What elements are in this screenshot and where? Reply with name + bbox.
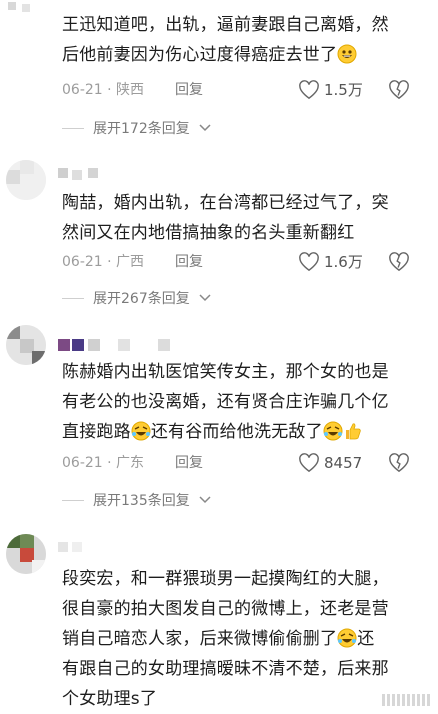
expand-replies-label: 展开135条回复 — [93, 493, 190, 509]
comment-text: 王迅知道吧，出轨，逼前妻跟自己离婚，然 后他前妻因为伤心过度得癌症去世了 — [62, 15, 389, 65]
comment-1: 王迅知道吧，出轨，逼前妻跟自己离婚，然 后他前妻因为伤心过度得癌症去世了 06-… — [0, 0, 438, 150]
heart-outline-icon — [299, 252, 319, 272]
comment-2: 陶喆，婚内出轨，在台湾都已经过气了，突 然间又在内地借搞抽象的名头重新翻红 06… — [0, 150, 438, 315]
comment-3: 陈赫婚内出轨医馆笑传女主，那个女的也是 有老公的也没离婚，还有贤合庄诈骗几个亿 … — [0, 315, 438, 520]
heart-outline-icon — [299, 80, 319, 100]
rofl-emoji — [337, 628, 357, 648]
chevron-down-icon — [199, 294, 211, 302]
heart-outline-icon — [299, 453, 319, 473]
expand-replies-label: 展开267条回复 — [93, 291, 190, 307]
username-mosaic — [8, 2, 30, 12]
reply-button[interactable]: 回复 — [175, 250, 203, 274]
comment-date-location: 06-21 · 广东 — [62, 455, 145, 471]
comment-meta: 06-21 · 陕西 回复 1.5万 — [62, 78, 424, 102]
like-count: 8457 — [324, 454, 363, 472]
comment-date-location: 06-21 · 广西 — [62, 254, 145, 270]
avatar-mosaic — [6, 160, 46, 200]
avatar[interactable] — [6, 534, 46, 574]
expand-line — [62, 297, 84, 299]
broken-heart-icon[interactable] — [388, 80, 410, 100]
comment-text: 段奕宏，和一群猥琐男一起摸陶红的大腿， 很自豪的拍大图发自己的微博上，还老是营 … — [62, 569, 389, 709]
comment-text: 陈赫婚内出轨医馆笑传女主，那个女的也是 有老公的也没离婚，还有贤合庄诈骗几个亿 … — [62, 362, 389, 442]
expand-replies-button[interactable]: 展开267条回复 — [62, 288, 211, 308]
avatar[interactable] — [6, 325, 46, 365]
username-mosaic — [58, 542, 82, 552]
broken-heart-icon[interactable] — [388, 453, 410, 473]
username-mosaic — [58, 168, 98, 180]
comment-4: 段奕宏，和一群猥琐男一起摸陶红的大腿， 很自豪的拍大图发自己的微博上，还老是营 … — [0, 520, 438, 712]
avatar[interactable] — [6, 160, 46, 200]
broken-heart-icon[interactable] — [388, 252, 410, 272]
expand-line — [62, 499, 84, 501]
like-button[interactable]: 1.6万 — [298, 250, 363, 274]
like-count: 1.6万 — [324, 253, 363, 271]
reply-button[interactable]: 回复 — [175, 78, 203, 102]
expand-replies-label: 展开172条回复 — [93, 121, 190, 137]
comment-date-location: 06-21 · 陕西 — [62, 82, 145, 98]
chevron-down-icon — [199, 496, 211, 504]
thumbs-up-emoji — [345, 423, 361, 440]
rofl-emoji — [131, 421, 151, 441]
comment-meta: 06-21 · 广东 回复 8457 — [62, 451, 424, 475]
expand-replies-button[interactable]: 展开135条回复 — [62, 490, 211, 510]
like-count: 1.5万 — [324, 81, 363, 99]
watermark — [382, 694, 430, 706]
avatar-mosaic — [6, 325, 46, 365]
expand-line — [62, 127, 84, 129]
comment-meta: 06-21 · 广西 回复 1.6万 — [62, 250, 424, 274]
chevron-down-icon — [199, 124, 211, 132]
expand-replies-button[interactable]: 展开172条回复 — [62, 118, 211, 138]
like-button[interactable]: 8457 — [298, 451, 362, 475]
grinning-face-emoji — [337, 44, 357, 64]
comment-text: 陶喆，婚内出轨，在台湾都已经过气了，突 然间又在内地借搞抽象的名头重新翻红 — [62, 193, 389, 243]
rofl-emoji — [323, 421, 343, 441]
username-mosaic — [58, 339, 170, 351]
reply-button[interactable]: 回复 — [175, 451, 203, 475]
avatar-mosaic — [6, 534, 46, 574]
like-button[interactable]: 1.5万 — [298, 78, 363, 102]
